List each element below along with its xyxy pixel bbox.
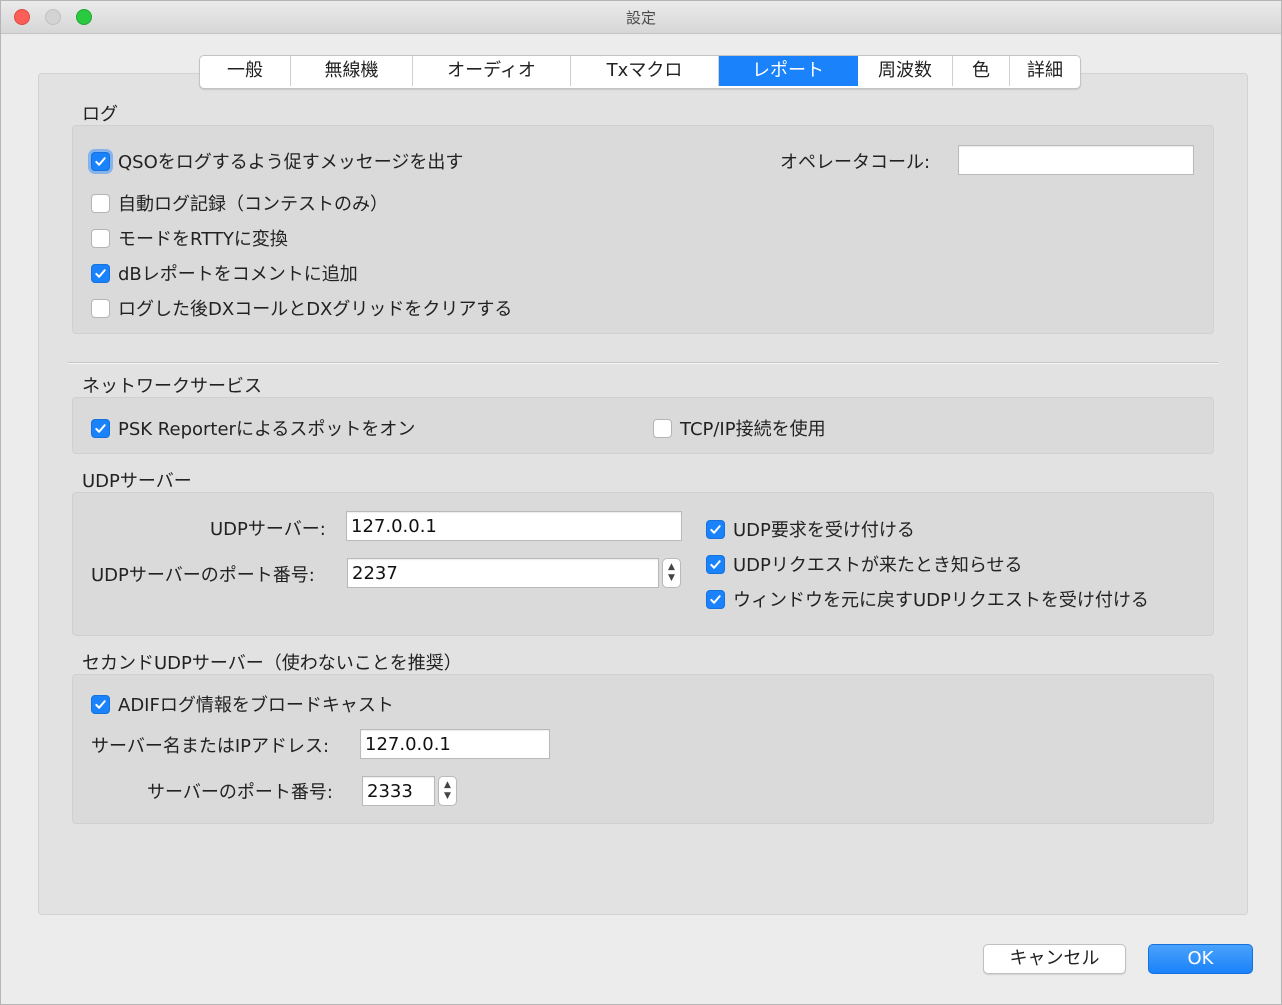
accept-udp-requests-label: UDP要求を受け付ける xyxy=(733,520,915,541)
clear-dx-label: ログした後DXコールとDXグリッドをクリアする xyxy=(118,299,513,320)
tab-general[interactable]: 一般 xyxy=(200,56,291,86)
auto-log-label: 自動ログ記録（コンテストのみ） xyxy=(118,194,388,215)
secondary-server-field[interactable] xyxy=(360,729,550,759)
restore-window-checkbox[interactable]: ウィンドウを元に戻すUDPリクエストを受け付ける xyxy=(706,586,1149,612)
tab-tx-macros[interactable]: Txマクロ xyxy=(571,56,719,86)
tcp-ip-checkbox[interactable]: TCP/IP接続を使用 xyxy=(653,415,826,441)
tab-radio[interactable]: 無線機 xyxy=(291,56,413,86)
tab-advanced[interactable]: 詳細 xyxy=(1010,56,1080,86)
up-down-arrows-icon[interactable]: ▲ ▼ xyxy=(438,776,457,806)
udp-server-field[interactable] xyxy=(346,511,682,541)
checkbox-empty-icon xyxy=(91,193,110,213)
db-report-checkbox[interactable]: dBレポートをコメントに追加 xyxy=(91,260,358,286)
section-divider xyxy=(68,362,1218,364)
operator-call-field[interactable] xyxy=(958,145,1194,175)
operator-call-label: オペレータコール: xyxy=(780,152,931,173)
notify-udp-requests-label: UDPリクエストが来たとき知らせる xyxy=(733,555,1023,576)
checkbox-empty-icon xyxy=(653,418,672,438)
checkmark-icon xyxy=(91,151,110,171)
udp-port-label: UDPサーバーのポート番号: xyxy=(91,565,315,586)
checkmark-icon xyxy=(706,589,725,609)
up-down-arrows-icon[interactable]: ▲ ▼ xyxy=(662,558,681,588)
cancel-button[interactable]: キャンセル xyxy=(983,944,1126,974)
title-bar[interactable]: 設定 xyxy=(1,1,1281,34)
tab-frequencies[interactable]: 周波数 xyxy=(858,56,953,86)
tab-colors[interactable]: 色 xyxy=(953,56,1010,86)
network-section-title: ネットワークサービス xyxy=(82,376,262,397)
tab-audio[interactable]: オーディオ xyxy=(413,56,571,86)
tcp-ip-label: TCP/IP接続を使用 xyxy=(680,419,826,440)
checkmark-icon xyxy=(91,418,110,438)
udp-server-label: UDPサーバー: xyxy=(210,519,326,540)
adif-broadcast-checkbox[interactable]: ADIFログ情報をブロードキャスト xyxy=(91,691,394,717)
prompt-qso-checkbox[interactable]: QSOをログするよう促すメッセージを出す xyxy=(91,148,463,174)
checkmark-icon xyxy=(706,519,725,539)
restore-window-label: ウィンドウを元に戻すUDPリクエストを受け付ける xyxy=(733,590,1149,611)
checkmark-icon xyxy=(706,554,725,574)
secondary-udp-section-title: セカンドUDPサーバー（使わないことを推奨） xyxy=(82,653,462,674)
checkmark-icon xyxy=(91,694,110,714)
adif-broadcast-label: ADIFログ情報をブロードキャスト xyxy=(118,695,394,716)
udp-port-field[interactable] xyxy=(347,558,659,588)
psk-reporter-checkbox[interactable]: PSK Reporterによるスポットをオン xyxy=(91,415,415,441)
notify-udp-requests-checkbox[interactable]: UDPリクエストが来たとき知らせる xyxy=(706,551,1023,577)
tab-reporting[interactable]: レポート xyxy=(719,56,858,86)
ok-button[interactable]: OK xyxy=(1148,944,1253,974)
clear-dx-checkbox[interactable]: ログした後DXコールとDXグリッドをクリアする xyxy=(91,295,512,321)
prompt-qso-label: QSOをログするよう促すメッセージを出す xyxy=(118,152,464,173)
checkbox-empty-icon xyxy=(91,298,110,318)
accept-udp-requests-checkbox[interactable]: UDP要求を受け付ける xyxy=(706,516,915,542)
mode-rtty-checkbox[interactable]: モードをRTTYに変換 xyxy=(91,225,288,251)
checkbox-empty-icon xyxy=(91,228,110,248)
log-section-title: ログ xyxy=(82,104,118,125)
psk-reporter-label: PSK Reporterによるスポットをオン xyxy=(118,419,416,440)
settings-window: 設定 一般 無線機 オーディオ Txマクロ レポート 周波数 色 詳細 ログ Q… xyxy=(0,0,1282,1005)
udp-section-title: UDPサーバー xyxy=(82,471,192,492)
auto-log-checkbox[interactable]: 自動ログ記録（コンテストのみ） xyxy=(91,190,388,216)
checkmark-icon xyxy=(91,263,110,283)
secondary-port-field[interactable] xyxy=(362,776,435,806)
db-report-label: dBレポートをコメントに追加 xyxy=(118,264,358,285)
window-title: 設定 xyxy=(625,9,656,27)
mode-rtty-label: モードをRTTYに変換 xyxy=(118,229,288,250)
secondary-port-label: サーバーのポート番号: xyxy=(147,782,333,803)
tab-bar: 一般 無線機 オーディオ Txマクロ レポート 周波数 色 詳細 xyxy=(199,55,1081,89)
secondary-server-label: サーバー名またはIPアドレス: xyxy=(91,736,330,757)
